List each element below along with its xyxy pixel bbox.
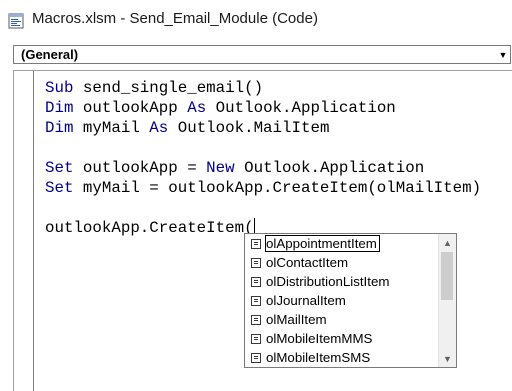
- code-keyword: As: [149, 119, 169, 137]
- intellisense-item-label: olMailItem: [266, 312, 327, 327]
- code-text: outlookApp.CreateItem(: [45, 219, 254, 237]
- vba-module-icon: [8, 13, 24, 29]
- intellisense-list[interactable]: olMobileItemSMS olMobileItemMMS olMailItem…: [244, 233, 457, 368]
- code-keyword: Set: [45, 179, 74, 197]
- code-line[interactable]: Dim myMail As Outlook.MailItem: [45, 118, 481, 138]
- code-keyword: As: [187, 99, 207, 117]
- intellisense-item-label: olContactItem: [266, 255, 349, 270]
- intellisense-item[interactable]: olContactItem: [245, 254, 439, 273]
- code-text: send_single_email(): [73, 79, 264, 97]
- enum-constant-icon: [251, 239, 261, 249]
- intellisense-item-label: olDistributionListItem: [266, 274, 390, 289]
- intellisense-item[interactable]: olJournalItem: [245, 292, 439, 311]
- scroll-down-icon[interactable]: ▼: [439, 350, 456, 367]
- intellisense-item[interactable]: olDistributionListItem: [245, 273, 439, 292]
- scrollbar-thumb[interactable]: [441, 252, 453, 300]
- enum-constant-icon: [251, 353, 261, 363]
- intellisense-item-label: olMobileItemMMS: [266, 331, 373, 346]
- code-keyword: Sub: [45, 79, 74, 97]
- code-text: myMail = outlookApp.CreateItem(olMailIte…: [73, 179, 482, 197]
- procedure-bar: (General) ▼: [0, 40, 512, 68]
- intellisense-item[interactable]: olMailItem: [245, 311, 439, 330]
- intellisense-item[interactable]: olMobileItemMMS: [245, 330, 439, 349]
- enum-constant-icon: [251, 315, 261, 325]
- object-dropdown-value: (General): [21, 47, 79, 62]
- intellisense-item-label: olJournalItem: [266, 293, 346, 308]
- code-text: Outlook.Application: [206, 99, 396, 117]
- code-line[interactable]: [45, 138, 481, 158]
- vba-editor-window: Macros.xlsm - Send_Email_Module (Code) (…: [0, 0, 512, 391]
- code-line[interactable]: Set myMail = outlookApp.CreateItem(olMai…: [45, 178, 481, 198]
- code-line[interactable]: Dim outlookApp As Outlook.Application: [45, 98, 481, 118]
- code-text: outlookApp: [73, 99, 188, 117]
- code-line[interactable]: Sub send_single_email(): [45, 78, 481, 98]
- scroll-up-icon[interactable]: ▲: [439, 234, 456, 251]
- window-title: Macros.xlsm - Send_Email_Module (Code): [32, 10, 318, 27]
- code-keyword: Dim: [45, 119, 74, 137]
- object-dropdown[interactable]: (General) ▼: [13, 45, 511, 64]
- enum-constant-icon: [251, 277, 261, 287]
- intellisense-item-label: olAppointmentItem: [265, 235, 380, 252]
- intellisense-item-label: olMobileItemSMS: [266, 350, 371, 365]
- chevron-down-icon[interactable]: ▼: [496, 46, 510, 63]
- enum-constant-icon: [251, 334, 261, 344]
- enum-constant-icon: [251, 296, 261, 306]
- code-text: myMail: [73, 119, 150, 137]
- intellisense-item[interactable]: olMobileItemSMS: [245, 349, 439, 367]
- title-bar: Macros.xlsm - Send_Email_Module (Code): [0, 0, 512, 40]
- margin-indicator-bar[interactable]: [14, 71, 34, 391]
- code-editor[interactable]: Sub send_single_email() Dim outlookApp As…: [45, 78, 481, 238]
- code-keyword: Set: [45, 159, 74, 177]
- code-text: Outlook.Application: [234, 159, 425, 177]
- code-line[interactable]: [45, 198, 481, 218]
- code-line[interactable]: Set outlookApp = New Outlook.Application: [45, 158, 481, 178]
- code-keyword: Dim: [45, 99, 74, 117]
- intellisense-item[interactable]: olAppointmentItem: [245, 235, 439, 254]
- enum-constant-icon: [251, 258, 261, 268]
- code-text: outlookApp =: [73, 159, 207, 177]
- intellisense-scrollbar[interactable]: ▲ ▼: [438, 234, 456, 367]
- code-text: Outlook.MailItem: [168, 119, 330, 137]
- code-keyword: New: [206, 159, 235, 177]
